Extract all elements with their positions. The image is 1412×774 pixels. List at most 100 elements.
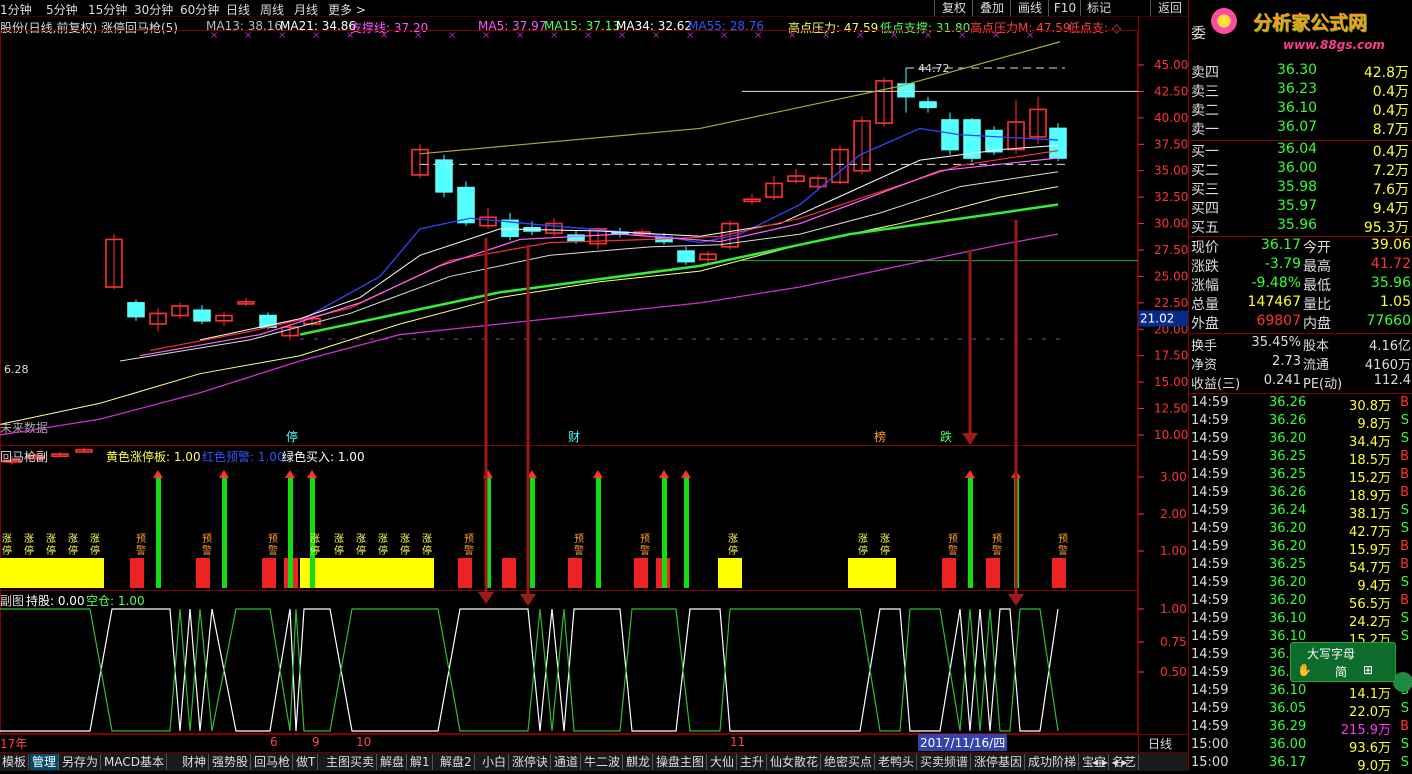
template-tab[interactable]: 解1 (408, 754, 433, 770)
fund-label: 流通 (1303, 358, 1330, 373)
warning-glyph: 预 (1058, 533, 1068, 545)
candlestick-series: 44.726.28未来数据× × × × × × × × × × × × × × × × × × × × × × × × ×停财… (0, 30, 1138, 465)
trade-direction: B (1400, 467, 1409, 482)
trade-time: 14:59 (1191, 521, 1229, 536)
limit-up-glyph: 停 (356, 544, 366, 557)
cross-marker: × (652, 30, 660, 41)
warning-glyph: 预 (948, 533, 958, 545)
stat-value: 1.05 (1379, 294, 1411, 310)
stats-row: 总量 147467 量比 1.05 (1189, 294, 1412, 313)
template-tab[interactable]: 解盘 (378, 754, 408, 770)
template-tab[interactable]: 主图买卖 (324, 754, 378, 770)
template-tab[interactable]: 仙女散花 (768, 754, 822, 770)
limit-up-glyph: 停 (334, 544, 344, 557)
buy-signal-arrow (307, 470, 317, 478)
template-tab[interactable]: 操盘主图 (654, 754, 708, 770)
cross-marker: × (822, 30, 830, 41)
template-tab[interactable]: 解盘2 (438, 754, 475, 770)
trade-price: 36.17 (1269, 755, 1307, 770)
chart-canvas[interactable]: 44.726.28未来数据× × × × × × × × × × × × × × × × × × × × × × × × ×停财… (0, 0, 1188, 752)
template-tab[interactable]: MACD基本 (102, 754, 167, 770)
hand-icon[interactable]: ✋ (1297, 663, 1312, 677)
trade-direction: S (1400, 611, 1409, 626)
date-label: 10 (356, 735, 372, 749)
sub1-title: 回马枪副 (0, 450, 49, 464)
ime-simplified[interactable]: 简 (1335, 663, 1347, 680)
buy-label: 买一 (1191, 144, 1219, 160)
sell-volume: 0.4万 (1372, 103, 1409, 119)
trade-price: 36.00 (1269, 737, 1307, 752)
sell-label: 卖二 (1191, 103, 1219, 119)
stat-label: 今开 (1303, 240, 1331, 256)
template-tab[interactable]: 麒龙 (624, 754, 654, 770)
trade-volume: 15.2万 (1349, 471, 1391, 486)
orderbook-header-label: 委 (1191, 24, 1207, 42)
template-tab[interactable]: 牛二波 (582, 754, 624, 770)
template-tab[interactable]: 主升 (738, 754, 768, 770)
hold-line (0, 608, 1059, 732)
trade-direction: B (1400, 395, 1409, 410)
stat-label: 总量 (1191, 297, 1219, 313)
buy-level-row: 买一 36.04 0.4万 (1189, 141, 1412, 160)
price-tick-label: 32.50 (1154, 190, 1188, 204)
template-tab[interactable]: 老鸭头 (876, 754, 918, 770)
limit-up-glyph: 停 (68, 544, 78, 557)
limit-up-glyph: 涨 (356, 533, 366, 545)
limit-up-glyph: 涨 (90, 533, 100, 545)
price-tick-label: 15.00 (1154, 375, 1188, 389)
trade-time: 14:59 (1191, 647, 1229, 662)
sub1-yellow-value: 黄色涨停板: 1.00 (106, 450, 201, 464)
template-tab[interactable]: 管理 (30, 754, 60, 770)
trade-direction: S (1400, 737, 1409, 752)
candle-body (677, 250, 695, 263)
buy-signal-arrow (965, 470, 975, 478)
limit-up-glyph: 停 (378, 544, 388, 557)
signal-arrow-head (1008, 594, 1024, 606)
template-tab[interactable]: 模板 (0, 754, 30, 770)
warning-block (458, 558, 472, 588)
buy-signal-arrow (593, 470, 603, 478)
template-tab[interactable]: 绝密买点 (822, 754, 876, 770)
template-tab[interactable]: 涨停诀 (510, 754, 552, 770)
stat-value: -9.48% (1251, 275, 1301, 291)
trade-direction: S (1400, 503, 1409, 518)
candle-body (985, 129, 1003, 153)
chart-frame (0, 16, 1188, 752)
empty-line (0, 608, 1059, 732)
fund-value: 4160万 (1364, 358, 1411, 373)
ime-toolbar[interactable]: 大写字母 ✋ 简 ⊞ (1290, 642, 1396, 682)
buy-level-row: 买二 36.00 7.2万 (1189, 160, 1412, 179)
template-tab[interactable]: 强势股 (210, 754, 252, 770)
sell-label: 卖四 (1191, 65, 1219, 81)
period-label: 日线 (1148, 737, 1173, 751)
trade-time: 14:59 (1191, 413, 1229, 428)
keyboard-icon[interactable]: ⊞ (1363, 663, 1373, 677)
trade-direction: B (1400, 719, 1409, 734)
event-label: 停 (286, 429, 298, 444)
price-tick-label: 22.50 (1154, 296, 1188, 310)
template-tab[interactable]: 另存为 (60, 754, 102, 770)
trade-row: 14:59 36.25 54.7万 B (1189, 557, 1412, 576)
template-tab[interactable]: 买卖频谱 (918, 754, 972, 770)
template-tab[interactable]: 涨停基因 (972, 754, 1026, 770)
candle-body (435, 159, 453, 193)
fund-label: PE(动) (1303, 377, 1343, 392)
trade-time: 14:59 (1191, 701, 1229, 716)
template-tab[interactable]: 回马枪 (252, 754, 294, 770)
sub2-title: 副图 (0, 594, 25, 608)
template-tab[interactable]: 通道 (552, 754, 582, 770)
candle-body (193, 309, 211, 322)
template-tab[interactable]: 小白 (480, 754, 510, 770)
fund-value: 0.241 (1263, 373, 1301, 388)
candle-body (457, 186, 475, 224)
template-tab[interactable]: 成功阶梯 (1026, 754, 1080, 770)
stat-value: 36.17 (1260, 237, 1301, 253)
template-tab[interactable]: 大仙 (708, 754, 738, 770)
buy-signal-bar (968, 478, 973, 588)
warning-glyph: 警 (464, 544, 474, 557)
ime-caps-label[interactable]: 大写字母 (1307, 645, 1355, 662)
template-tab[interactable]: 财神 (180, 754, 210, 770)
tab-scroll-arrows[interactable]: ◂ ▸ ◂ ▸ (1090, 754, 1130, 770)
template-tab[interactable]: 做T (294, 754, 319, 770)
candle-body (941, 119, 959, 151)
